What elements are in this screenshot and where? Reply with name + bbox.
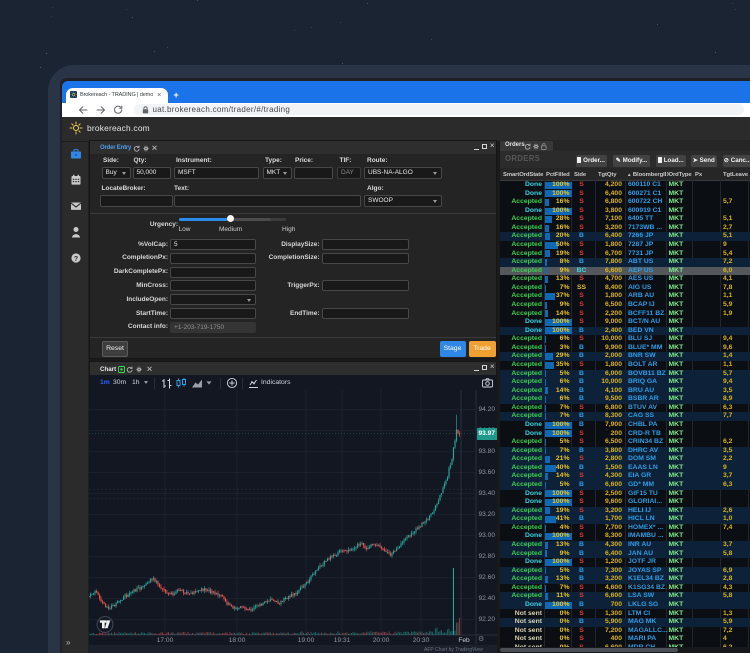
svg-text:?: ? <box>74 255 78 262</box>
